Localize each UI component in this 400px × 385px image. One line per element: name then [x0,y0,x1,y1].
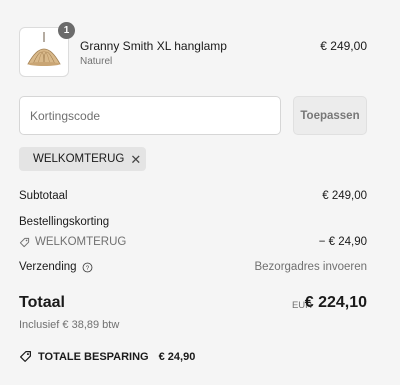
close-icon[interactable]: ✕ [130,153,141,166]
total-savings: TOTALE BESPARING € 24,90 [19,350,195,363]
shipping-label: Verzending [19,261,77,273]
subtotal-value: € 249,00 [322,190,367,202]
quantity-badge: 1 [58,22,75,39]
order-discount-code-row: WELKOMTERUG [19,236,126,248]
discount-code-input[interactable] [19,96,281,135]
subtotal-label: Subtotaal [19,190,68,202]
total-value: € 224,10 [304,294,367,311]
total-label: Totaal [19,294,65,311]
order-discount-code: WELKOMTERUG [35,236,127,248]
shipping-value: Bezorgadres invoeren [254,261,367,273]
order-discount-label: Bestellingskorting [19,216,110,228]
tag-icon [19,237,30,247]
tag-icon [20,351,31,362]
apply-discount-button[interactable]: Toepassen [293,96,367,135]
product-price: € 249,00 [320,39,367,53]
order-discount-value: − € 24,90 [318,236,367,248]
product-name: Granny Smith XL hanglamp [80,39,227,53]
info-icon[interactable]: ? [82,262,93,273]
product-variant: Naturel [80,56,113,67]
savings-value: € 24,90 [158,350,196,363]
tax-note: Inclusief € 38,89 btw [19,319,120,331]
savings-label: TOTALE BESPARING [38,350,149,363]
shipping-row: Verzending ? [19,261,93,273]
applied-coupon-chip: WELKOMTERUG ✕ [19,147,146,171]
svg-text:?: ? [85,264,89,271]
applied-coupon-code: WELKOMTERUG [33,153,125,165]
